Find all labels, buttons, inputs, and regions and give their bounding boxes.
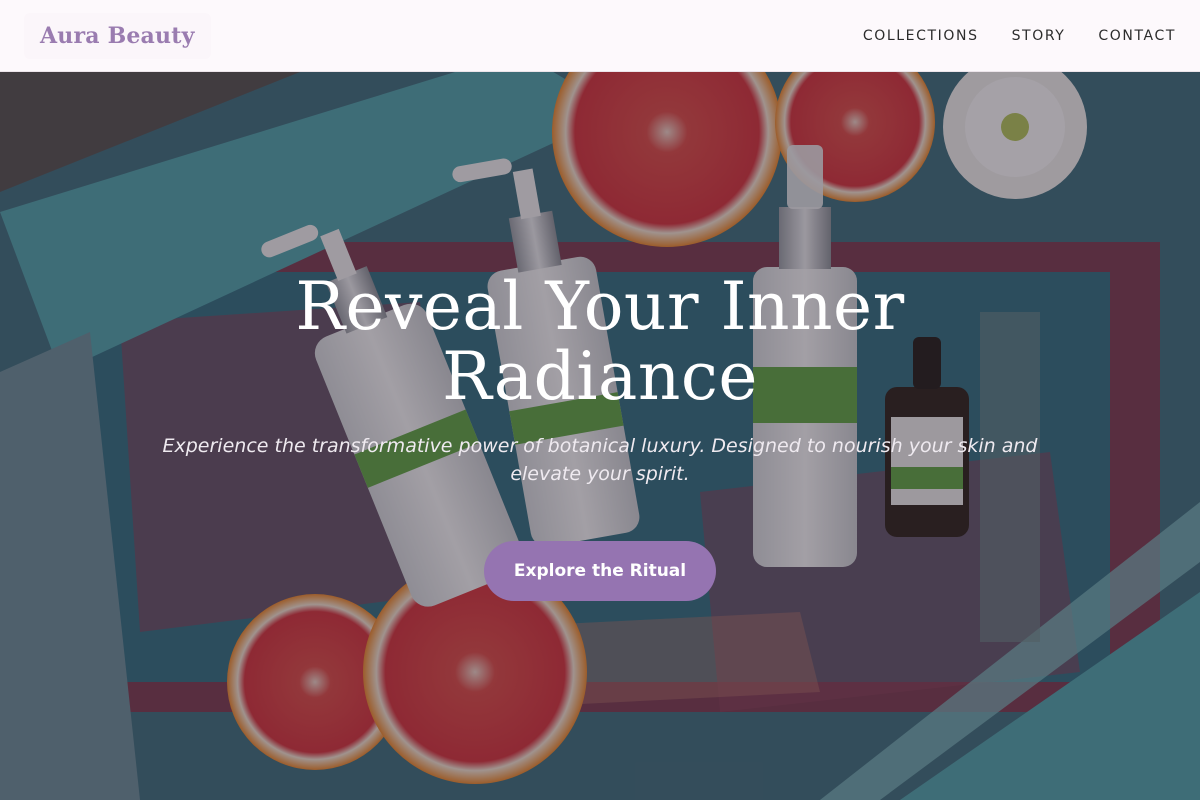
nav-link-contact[interactable]: CONTACT: [1098, 28, 1176, 44]
hero-section: Reveal Your Inner Radiance Experience th…: [0, 72, 1200, 800]
main-nav: COLLECTIONS STORY CONTACT: [863, 28, 1176, 44]
site-header: Aura Beauty COLLECTIONS STORY CONTACT: [0, 0, 1200, 72]
hero-content: Reveal Your Inner Radiance Experience th…: [0, 272, 1200, 601]
nav-link-story[interactable]: STORY: [1012, 28, 1066, 44]
nav-link-collections[interactable]: COLLECTIONS: [863, 28, 979, 44]
hero-subtext: Experience the transformative power of b…: [162, 435, 1038, 485]
explore-ritual-button[interactable]: Explore the Ritual: [484, 541, 716, 601]
brand-logo[interactable]: Aura Beauty: [24, 12, 211, 59]
hero-headline: Reveal Your Inner Radiance: [295, 268, 905, 415]
